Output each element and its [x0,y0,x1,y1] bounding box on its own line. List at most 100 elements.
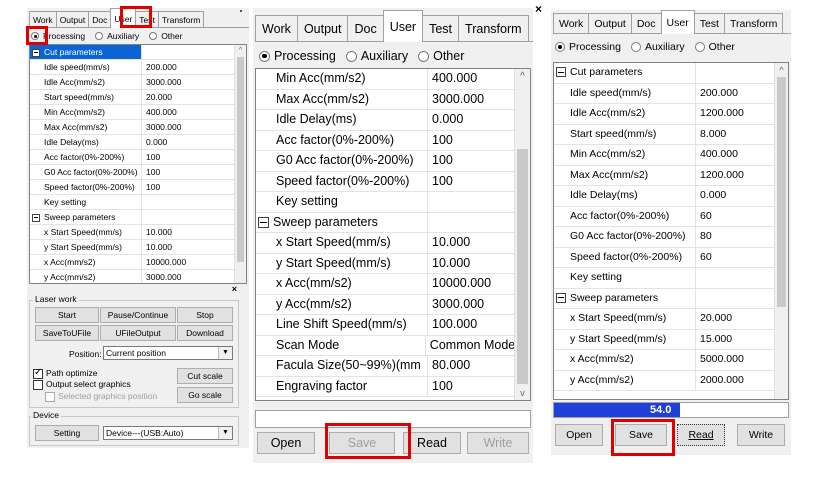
parameter-row[interactable]: Min Acc(mm/s2) 400.000 [30,105,234,120]
section-row[interactable]: Sweep parameters [30,210,234,225]
parameter-row[interactable]: Min Acc(mm/s2) 400.000 [256,69,514,90]
parameter-value[interactable]: 100 [428,172,453,192]
parameter-row[interactable]: G0 Acc factor(0%-200%) 100 [256,151,514,172]
parameter-row[interactable]: y Start Speed(mm/s) 10.000 [30,240,234,255]
radio-other[interactable]: Other [694,41,735,53]
tab-output[interactable]: Output [55,11,90,27]
radio-button-icon[interactable] [555,42,565,52]
parameter-value[interactable]: 0.000 [142,135,167,149]
parameter-row[interactable]: x Start Speed(mm/s) 20.000 [554,309,774,330]
parameter-grid[interactable]: Cut parameters Idle speed(mm/s) 200.000 Idl… [553,62,789,400]
parameter-grid[interactable]: Cut parameters Idle speed(mm/s) 200.000 Idl… [29,44,247,284]
parameter-value[interactable]: 2000.000 [696,371,744,391]
parameter-value[interactable]: 100 [428,151,453,171]
tab-work[interactable]: Work [255,15,298,41]
tab-user[interactable]: User [660,10,695,34]
parameter-row[interactable]: Max Acc(mm/s2) 3000.000 [30,120,234,135]
parameter-row[interactable]: Idle speed(mm/s) 200.000 [30,60,234,75]
parameter-row[interactable]: Idle Delay(ms) 0.000 [256,110,514,131]
download-button[interactable]: Download [177,325,233,341]
radio-button-icon[interactable] [694,42,705,52]
parameter-value[interactable]: 100 [142,180,160,194]
parameter-value[interactable] [428,192,432,212]
parameter-value[interactable]: 5000.000 [696,350,744,370]
parameter-row[interactable]: Facula Size(50~99%)(mm 80.000 [256,356,514,377]
parameter-row[interactable]: Speed factor(0%-200%) 60 [554,247,774,268]
parameter-row[interactable]: Idle Acc(mm/s2) 1200.000 [554,104,774,125]
parameter-value[interactable]: 15.000 [696,330,732,350]
parameter-row[interactable]: y Acc(mm/s2) 2000.000 [554,370,774,391]
parameter-row[interactable]: x Acc(mm/s2) 10000.000 [256,274,514,295]
parameter-value[interactable]: 100 [142,165,160,179]
tab-output[interactable]: Output [296,15,349,41]
ufile-output-button[interactable]: UFileOutput [100,325,176,341]
parameter-row[interactable]: Key setting [30,195,234,210]
radio-other[interactable]: Other [418,49,464,63]
parameter-row[interactable]: Max Acc(mm/s2) 3000.000 [256,89,514,110]
parameter-value[interactable]: 80.000 [428,356,470,376]
checkbox-icon[interactable] [33,367,43,379]
radio-button-icon[interactable] [630,42,641,52]
parameter-value[interactable]: 10.000 [142,240,172,254]
parameter-row[interactable]: Idle Delay(ms) 0.000 [554,186,774,207]
scroll-up-icon[interactable]: ^ [775,65,788,75]
radio-auxiliary[interactable]: Auxiliary [95,31,139,41]
tab-transform[interactable]: Transform [723,13,784,33]
go-scale-button[interactable]: Go scale [177,387,233,403]
radio-auxiliary[interactable]: Auxiliary [345,49,408,63]
parameter-value[interactable]: 200.000 [142,60,177,74]
section-header[interactable]: Sweep parameters [554,288,696,308]
parameter-row[interactable]: Key setting [256,192,514,213]
collapse-icon[interactable] [556,67,566,78]
radio-processing[interactable]: Processing [555,41,621,53]
parameter-value[interactable]: 100 [428,377,453,397]
parameter-row[interactable]: y Acc(mm/s2) 3000.000 [256,294,514,315]
vertical-scrollbar[interactable]: ^ [774,63,788,399]
parameter-value[interactable]: 3000.000 [428,295,484,315]
parameter-grid[interactable]: Min Acc(mm/s2) 400.000 Max Acc(mm/s2) 3000.… [255,68,531,401]
collapse-icon[interactable] [32,213,40,222]
radio-auxiliary[interactable]: Auxiliary [630,41,685,53]
parameter-row[interactable]: Start speed(mm/s) 20.000 [30,90,234,105]
chevron-down-icon[interactable]: ▼ [218,427,232,439]
start-button[interactable]: Start [35,307,99,323]
tab-user[interactable]: User [382,10,424,42]
parameter-row[interactable]: y Start Speed(mm/s) 15.000 [554,329,774,350]
parameter-row[interactable]: Engraving factor 100 [256,376,514,397]
parameter-row[interactable]: Acc factor(0%-200%) 60 [554,206,774,227]
tab-doc[interactable]: Doc [88,11,112,27]
selected-graphics-checkbox[interactable]: Selected graphics position [45,391,157,402]
read-button[interactable]: Read [403,432,461,454]
collapse-icon[interactable] [258,216,269,228]
parameter-row[interactable]: Idle speed(mm/s) 200.000 [554,83,774,104]
parameter-value[interactable]: 10.000 [428,233,470,253]
parameter-value[interactable]: 1200.000 [696,166,744,186]
radio-button-icon[interactable] [418,50,430,62]
tab-work[interactable]: Work [553,13,590,33]
output-select-checkbox[interactable]: Output select graphics [33,379,131,390]
radio-button-icon[interactable] [345,50,357,62]
parameter-value[interactable]: 0.000 [696,186,726,206]
parameter-value[interactable]: 400.000 [696,145,738,165]
parameter-row[interactable]: Line Shift Speed(mm/s) 100.000 [256,315,514,336]
open-button[interactable]: Open [257,432,315,454]
parameter-row[interactable]: Key setting [554,268,774,289]
parameter-row[interactable]: Idle Delay(ms) 0.000 [30,135,234,150]
scroll-down-icon[interactable]: v [515,388,530,398]
radio-button-icon[interactable] [149,32,158,40]
parameter-row[interactable]: G0 Acc factor(0%-200%) 100 [30,165,234,180]
read-button[interactable]: Read [677,424,725,446]
parameter-value[interactable]: 20.000 [142,90,172,104]
section-row[interactable]: Cut parameters [30,45,234,60]
device-select[interactable]: Device---(USB:Auto) ▼ [103,426,233,440]
section-row[interactable]: Cut parameters [554,63,774,84]
vertical-scrollbar[interactable]: ^ [234,45,246,283]
parameter-value[interactable]: 400.000 [428,69,477,89]
section-header[interactable]: Cut parameters [554,63,696,83]
parameter-row[interactable]: x Start Speed(mm/s) 10.000 [30,225,234,240]
tab-test[interactable]: Test [693,13,725,33]
scroll-thumb[interactable] [237,57,244,262]
checkbox-icon[interactable] [45,391,55,402]
parameter-value[interactable]: 60 [696,248,712,268]
tab-doc[interactable]: Doc [347,15,384,41]
